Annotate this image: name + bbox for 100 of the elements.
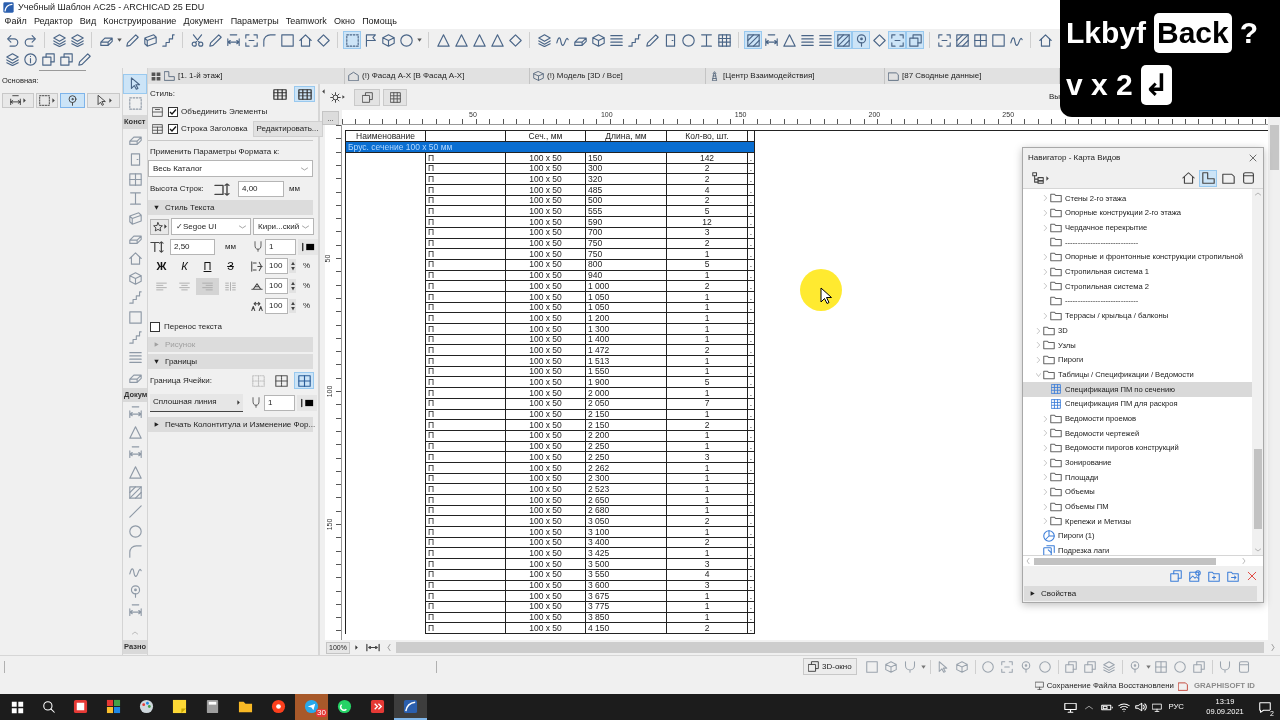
- toolbar-button[interactable]: [488, 31, 506, 49]
- toolbar-button[interactable]: [470, 31, 488, 49]
- view-type-button[interactable]: [1179, 169, 1197, 187]
- charset-dropdown[interactable]: Кири...ский: [253, 218, 314, 235]
- toolbar-button[interactable]: [679, 31, 697, 49]
- view-map-menu-button[interactable]: [1030, 170, 1052, 186]
- toolbar-button[interactable]: [379, 31, 397, 49]
- toolbar-button[interactable]: [834, 31, 852, 49]
- group-row[interactable]: Брус. сечение 100 x 50 мм: [345, 142, 755, 153]
- toolbar-button[interactable]: [852, 31, 870, 49]
- scale-input[interactable]: 100: [265, 278, 288, 294]
- scrollbar-thumb[interactable]: [1253, 449, 1262, 529]
- toolbar-button[interactable]: [159, 31, 177, 49]
- toolbar-button[interactable]: [935, 31, 953, 49]
- toolbar-button[interactable]: [123, 31, 141, 49]
- scale-input[interactable]: 100: [265, 258, 288, 274]
- toolbar-button[interactable]: [343, 31, 361, 49]
- scale-input[interactable]: 100: [265, 298, 288, 314]
- tab[interactable]: [Центр Взаимодействия]: [706, 68, 885, 84]
- section-header[interactable]: Границы: [148, 354, 313, 369]
- section-header[interactable]: Печать Колонтитула и Изменение Фор...: [148, 417, 313, 432]
- text-style-button[interactable]: П: [196, 257, 219, 275]
- menu-item[interactable]: Вид: [76, 17, 100, 26]
- close-button[interactable]: [1248, 153, 1258, 163]
- taskbar-app[interactable]: 30: [295, 694, 328, 720]
- tab[interactable]: [1. 1-й этаж]: [148, 68, 345, 84]
- menu-item[interactable]: Редактор: [30, 17, 77, 26]
- tab[interactable]: (!) Фасад А-Х [В Фасад А-Х]: [345, 68, 530, 84]
- checkbox[interactable]: [168, 123, 178, 134]
- border-button[interactable]: [294, 372, 314, 389]
- toolbar-button[interactable]: [780, 31, 798, 49]
- toolbar-button[interactable]: [643, 31, 661, 49]
- text-style-button[interactable]: К: [173, 257, 196, 275]
- toolbar-button[interactable]: [397, 31, 415, 49]
- toolbar-button[interactable]: [3, 50, 21, 68]
- menu-item[interactable]: Конструирование: [99, 17, 180, 26]
- toolbar-button[interactable]: [260, 31, 278, 49]
- menu-item[interactable]: Документ: [179, 17, 228, 26]
- toolbar-button[interactable]: [314, 31, 332, 49]
- toolbar-button[interactable]: [21, 50, 39, 68]
- checkbox[interactable]: [168, 106, 178, 117]
- toolbar-button[interactable]: [296, 31, 314, 49]
- toolbar-button[interactable]: [506, 31, 524, 49]
- menu-item[interactable]: Параметры: [227, 17, 283, 26]
- section-header[interactable]: Свойства: [1024, 586, 1257, 601]
- toolbar-button[interactable]: [141, 31, 159, 49]
- toolbar-button[interactable]: [278, 31, 296, 49]
- tool-button[interactable]: [36, 92, 58, 108]
- section-header[interactable]: Стиль Текста: [148, 200, 313, 215]
- toolbar-button[interactable]: [953, 31, 971, 49]
- text-style-button[interactable]: З: [219, 257, 242, 275]
- toolbar-button[interactable]: [224, 31, 242, 49]
- spinner-button[interactable]: [289, 299, 296, 313]
- toolbar-button[interactable]: [762, 31, 780, 49]
- pen-input[interactable]: 1: [265, 238, 296, 255]
- toolbar-button[interactable]: [1036, 31, 1054, 49]
- toolbar-button[interactable]: [383, 88, 407, 106]
- scope-dropdown[interactable]: Весь Каталог: [148, 160, 313, 177]
- toolbar-button[interactable]: [535, 31, 553, 49]
- checkbox[interactable]: [150, 322, 160, 332]
- toolbar-button[interactable]: [589, 31, 607, 49]
- toolbar-button[interactable]: [354, 88, 380, 106]
- row-height-input[interactable]: 4,00: [238, 181, 284, 197]
- tool-button[interactable]: [60, 92, 85, 108]
- toolbar-button[interactable]: [971, 31, 989, 49]
- spinner-button[interactable]: [289, 259, 296, 273]
- toolbar-button[interactable]: [39, 50, 57, 68]
- tab[interactable]: (!) Модель [3D / Все]: [530, 68, 706, 84]
- 3d-window-button[interactable]: 3D-окно: [803, 658, 857, 675]
- view-mode-button[interactable]: [294, 86, 315, 102]
- toolbar-button[interactable]: [75, 50, 93, 68]
- scrollbar-thumb[interactable]: [1034, 557, 1216, 565]
- scrollbar-thumb[interactable]: [1269, 125, 1279, 170]
- view-type-button[interactable]: [1199, 169, 1217, 187]
- tool-button[interactable]: [123, 74, 147, 94]
- toolbar-button[interactable]: [715, 31, 733, 49]
- pen-input[interactable]: 1: [264, 394, 295, 411]
- tool-button[interactable]: [2, 92, 34, 108]
- vertical-scrollbar[interactable]: [1252, 189, 1263, 555]
- toolbar-button[interactable]: [50, 31, 68, 49]
- toolbar-button[interactable]: [906, 31, 924, 49]
- menu-item[interactable]: Окно: [330, 17, 359, 26]
- toolbar-button[interactable]: [452, 31, 470, 49]
- toolbar-button[interactable]: [888, 31, 906, 49]
- toolbar-button[interactable]: [242, 31, 260, 49]
- tool-button[interactable]: [87, 92, 120, 108]
- toolbar-button[interactable]: [625, 31, 643, 49]
- toolbar-button[interactable]: [57, 50, 75, 68]
- line-type-dropdown[interactable]: Сплошная линия: [150, 393, 243, 412]
- spinner-button[interactable]: [289, 279, 296, 293]
- menu-item[interactable]: Помощь: [358, 17, 401, 26]
- text-style-button[interactable]: Ж: [150, 257, 173, 275]
- horizontal-scrollbar[interactable]: [1023, 556, 1263, 566]
- toolbar-button[interactable]: [744, 31, 762, 49]
- favorites-button[interactable]: [150, 218, 169, 235]
- toolbar-button[interactable]: [989, 31, 1007, 49]
- toolbar-button[interactable]: [434, 31, 452, 49]
- edit-button[interactable]: Редактировать...: [252, 120, 323, 137]
- color-button[interactable]: [297, 394, 317, 411]
- font-dropdown[interactable]: ✓Segoe UI: [171, 218, 251, 235]
